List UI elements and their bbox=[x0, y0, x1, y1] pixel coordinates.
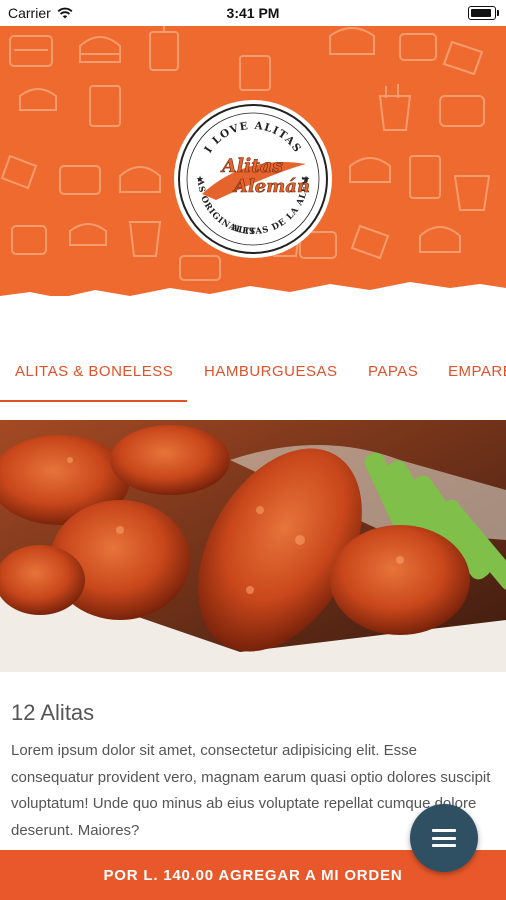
add-to-order-label: POR L. 140.00 AGREGAR A MI ORDEN bbox=[103, 866, 403, 884]
status-bar: Carrier 3:41 PM bbox=[0, 0, 506, 26]
tab-papas[interactable]: PAPAS bbox=[368, 363, 418, 380]
hamburger-menu-icon bbox=[432, 829, 456, 847]
tab-empare[interactable]: EMPARE bbox=[448, 363, 506, 380]
brush-stroke-divider bbox=[0, 282, 506, 296]
tab-alitas-boneless[interactable]: ALITAS & BONELESS bbox=[15, 363, 173, 380]
logo-brand-line2: Alemán bbox=[232, 176, 310, 197]
hero-banner: I LOVE ALITAS LAS ORIGINALES ALITAS DE L… bbox=[0, 26, 506, 296]
status-time: 3:41 PM bbox=[226, 5, 280, 21]
active-tab-indicator bbox=[0, 400, 187, 402]
menu-fab-button[interactable] bbox=[410, 804, 478, 872]
logo-brand-line1: Alitas bbox=[220, 155, 283, 177]
tab-hamburguesas[interactable]: HAMBURGUESAS bbox=[204, 363, 338, 380]
brand-logo: I LOVE ALITAS LAS ORIGINALES ALITAS DE L… bbox=[176, 102, 330, 256]
category-tabs: ALITAS & BONELESS HAMBURGUESAS PAPAS EMP… bbox=[0, 345, 506, 403]
svg-text:★: ★ bbox=[196, 174, 204, 184]
product-image bbox=[0, 420, 506, 672]
battery-icon bbox=[468, 6, 499, 20]
product-title: 12 Alitas bbox=[11, 700, 95, 725]
